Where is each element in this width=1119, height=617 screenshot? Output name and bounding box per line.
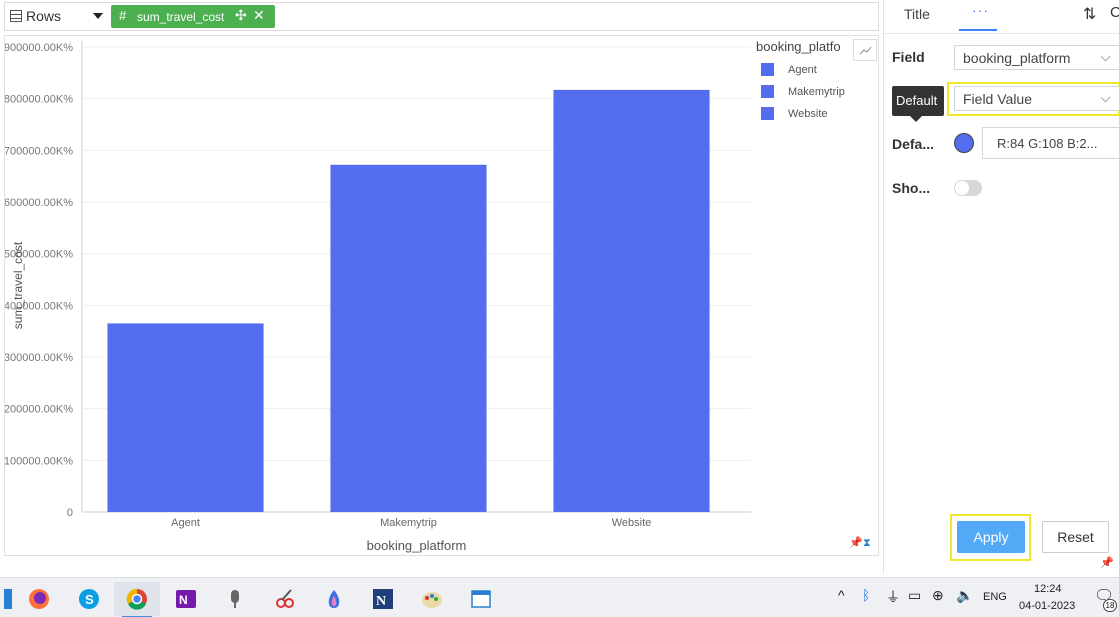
rows-label: Rows	[26, 8, 62, 24]
clock-time[interactable]: 12:24	[1034, 583, 1062, 595]
x-axis-title: booking_platform	[367, 538, 467, 553]
rows-dropdown-chevron-icon[interactable]	[93, 13, 103, 19]
color-swatch[interactable]	[954, 133, 974, 153]
field-label: Field	[892, 49, 925, 65]
legend-entry: Agent	[788, 64, 817, 76]
default-color-label: Defa...	[892, 136, 935, 152]
toggle-knob	[955, 181, 969, 195]
x-tick-label: Makemytrip	[380, 517, 437, 529]
field-select-value: booking_platform	[963, 50, 1071, 66]
snipping-tool-icon[interactable]	[262, 582, 308, 616]
network-icon[interactable]: ⊕	[932, 587, 944, 604]
color-value-text: R:84 G:108 B:2...	[997, 136, 1098, 151]
chevron-down-icon	[1100, 92, 1111, 103]
tooltip-text: Default	[896, 93, 938, 108]
app-window: Rows # sum_travel_cost ✣ ✕ 0 100000.00K% 2…	[0, 0, 1119, 617]
default-select[interactable]: Field Value	[954, 86, 1119, 111]
svg-text:S: S	[85, 592, 94, 607]
trend-line-icon	[859, 46, 872, 55]
chevron-down-icon	[1100, 51, 1111, 62]
collapse-icon[interactable]: C	[1110, 4, 1119, 21]
paint3d-icon[interactable]	[311, 582, 357, 616]
y-tick-label: 600000.00K%	[5, 197, 73, 209]
y-tick-label: 800000.00K%	[5, 94, 73, 106]
skype-icon[interactable]: S	[66, 582, 112, 616]
show-toggle[interactable]	[954, 180, 982, 196]
battery-icon[interactable]: ▭	[908, 587, 921, 604]
bluetooth-icon[interactable]: ᛒ	[862, 587, 870, 603]
microphone-icon[interactable]	[212, 582, 258, 616]
default-select-value: Field Value	[963, 91, 1033, 107]
svg-text:N: N	[179, 593, 188, 607]
tab-title[interactable]: Title	[904, 6, 930, 22]
visual-studio-icon[interactable]: N	[360, 582, 406, 616]
clock-date[interactable]: 04-01-2023	[1019, 600, 1075, 612]
image-viewer-icon[interactable]	[458, 582, 504, 616]
y-tick-label: 300000.00K%	[5, 352, 73, 364]
pin-icon[interactable]: 📌	[849, 536, 863, 549]
firefox-icon[interactable]	[16, 582, 62, 616]
y-axis-title: sum_travel_cost	[11, 241, 25, 329]
usb-icon[interactable]: ⏚	[886, 587, 900, 607]
y-tick-label: 200000.00K%	[5, 404, 73, 416]
rows-icon	[10, 10, 22, 22]
bar	[107, 323, 264, 512]
active-tab-indicator	[959, 29, 997, 31]
pin-icon[interactable]: 📌	[1100, 556, 1114, 569]
legend-entry: Website	[788, 108, 828, 120]
measure-pill[interactable]: # sum_travel_cost ✣ ✕	[111, 5, 275, 28]
legend-swatch	[761, 63, 774, 76]
bar-chart: 0100000.00K%200000.00K%300000.00K%400000…	[5, 39, 845, 553]
x-tick-label: Website	[612, 517, 652, 529]
move-icon[interactable]: ✣	[235, 7, 247, 24]
taskbar: S N N ^ ᛒ ⏚ ▭ ⊕ 🔈 ENG 12:24 04-01-2023 🗨…	[0, 577, 1119, 617]
chart-container: 0 100000.00K% 200000.00K% 300000.00K% 400000…	[4, 35, 879, 556]
panel-divider	[884, 33, 1119, 34]
field-select[interactable]: booking_platform	[954, 45, 1119, 70]
properties-panel: Title ··· ⇅ C Field booking_platform Fie…	[883, 0, 1119, 574]
hash-icon: #	[119, 8, 127, 23]
bar	[330, 164, 487, 513]
tab-more-options[interactable]: ···	[972, 2, 989, 18]
taskbar-app-icon[interactable]	[0, 582, 16, 616]
sort-icon[interactable]: ⇅	[1083, 4, 1096, 24]
rows-bar: Rows # sum_travel_cost ✣ ✕	[4, 2, 879, 31]
notification-badge: 18	[1103, 599, 1117, 612]
bar	[553, 89, 710, 512]
y-tick-label: 0	[67, 507, 73, 519]
show-label: Sho...	[892, 180, 931, 196]
language-indicator[interactable]: ENG	[983, 591, 1007, 603]
tray-chevron-icon[interactable]: ^	[838, 587, 845, 603]
measure-pill-label: sum_travel_cost	[137, 10, 225, 24]
volume-icon[interactable]: 🔈	[956, 587, 973, 604]
y-tick-label: 700000.00K%	[5, 145, 73, 157]
legend-title: booking_platfo	[756, 39, 841, 54]
trend-line-button[interactable]	[853, 39, 877, 61]
reset-button[interactable]: Reset	[1042, 521, 1109, 553]
x-tick-label: Agent	[171, 517, 200, 529]
legend-swatch	[761, 85, 774, 98]
y-tick-label: 900000.00K%	[5, 42, 73, 54]
color-value-field[interactable]: R:84 G:108 B:2...	[982, 127, 1119, 159]
default-tooltip: Default	[892, 86, 944, 122]
svg-text:N: N	[376, 594, 386, 609]
hourglass-icon: ⧗	[863, 537, 871, 549]
paint-icon[interactable]	[409, 582, 455, 616]
y-tick-label: 100000.00K%	[5, 455, 73, 467]
close-icon[interactable]: ✕	[253, 7, 265, 24]
apply-button[interactable]: Apply	[957, 521, 1025, 553]
onenote-icon[interactable]: N	[163, 582, 209, 616]
legend-swatch	[761, 107, 774, 120]
legend-entry: Makemytrip	[788, 86, 845, 98]
chrome-icon[interactable]	[114, 582, 160, 617]
